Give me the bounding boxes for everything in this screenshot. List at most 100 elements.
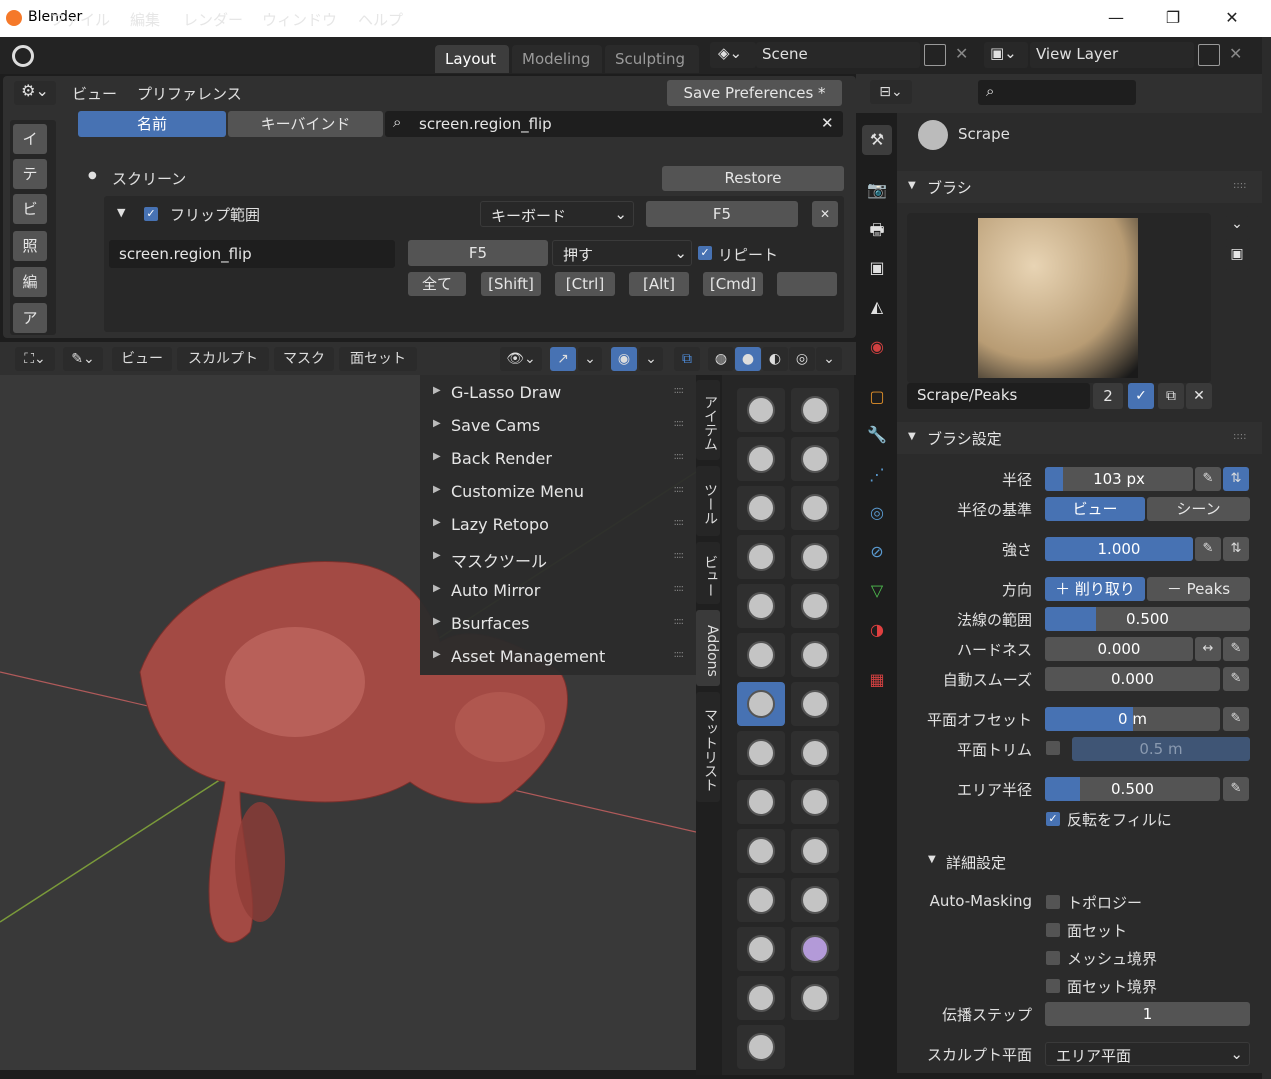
drag-handle-icon[interactable]: ::::: [674, 649, 685, 660]
chevron-down-icon[interactable]: ⌄: [578, 347, 602, 371]
brush-name-field[interactable]: Scrape/Peaks: [907, 383, 1090, 409]
sidebar-tab-addons[interactable]: Addons: [696, 610, 720, 686]
area-radius-slider[interactable]: 0.500: [1045, 777, 1220, 801]
sidebar-tab-matlist[interactable]: マットリスト: [696, 692, 720, 802]
material-tab-icon[interactable]: ◑: [862, 615, 892, 645]
autosmooth-slider[interactable]: 0.000: [1045, 667, 1220, 691]
modifier-any-button[interactable]: 全て: [408, 272, 466, 296]
scene-selector[interactable]: ◈⌄: [710, 42, 756, 68]
radius-pressure-toggle-icon[interactable]: ⇅: [1223, 467, 1249, 491]
addon-mask-tools[interactable]: ▶ マスクツール::::: [423, 542, 691, 575]
editor-type-gear-icon[interactable]: ⚙⌄: [14, 81, 56, 105]
drag-handle-icon[interactable]: ::::: [1233, 431, 1246, 442]
drag-handle-icon[interactable]: ::::: [674, 616, 685, 627]
sidebar-tab-item[interactable]: アイテム: [696, 380, 720, 460]
event-value-dropdown[interactable]: 押す ⌄: [552, 240, 692, 266]
drag-handle-icon[interactable]: ::::: [674, 418, 685, 429]
repeat-checkbox[interactable]: ✓: [698, 246, 712, 260]
operator-idname-field[interactable]: screen.region_flip: [109, 240, 395, 268]
modifier-ctrl-button[interactable]: [Ctrl]: [555, 272, 615, 296]
sidebar-tab-tool[interactable]: ツール: [696, 466, 720, 536]
sidebar-tab-view[interactable]: ビュー: [696, 542, 720, 604]
brush-users-count[interactable]: 2: [1093, 383, 1123, 409]
pen-pressure-icon[interactable]: ✎: [1195, 467, 1221, 491]
plane-trim-checkbox[interactable]: [1046, 741, 1060, 755]
plane-trim-slider[interactable]: 0.5 m: [1072, 737, 1250, 761]
texture-tab-icon[interactable]: ▦: [862, 665, 892, 695]
tool-grab[interactable]: [791, 731, 839, 775]
tool-rotate[interactable]: [791, 878, 839, 922]
drag-handle-icon[interactable]: ::::: [674, 550, 685, 561]
hardness-slider[interactable]: 0.000: [1045, 637, 1193, 661]
gizmo-icon[interactable]: ↗: [550, 347, 576, 371]
menu-window[interactable]: ウィンドウ: [262, 9, 337, 30]
tool-flatten[interactable]: [737, 633, 785, 677]
tool-elastic-deform[interactable]: [737, 780, 785, 824]
pen-pressure-icon[interactable]: ✎: [1195, 537, 1221, 561]
tool-properties-tab-icon[interactable]: ⚒: [862, 125, 892, 155]
menu-render[interactable]: レンダー: [183, 9, 243, 30]
view-layer-name-field[interactable]: View Layer: [1030, 42, 1194, 68]
modifier-shift-button[interactable]: [Shift]: [481, 272, 541, 296]
copy-view-layer-icon[interactable]: [1198, 44, 1220, 66]
render-tab-icon[interactable]: 📷: [862, 175, 892, 205]
pref-side-tab-themes[interactable]: テ: [13, 159, 47, 189]
viewport-menu-mask[interactable]: マスク: [274, 347, 334, 371]
tool-crease[interactable]: [737, 584, 785, 628]
unlink-brush-icon[interactable]: ✕: [1186, 383, 1212, 409]
fake-user-shield-icon[interactable]: ✓: [1128, 383, 1154, 409]
invert-to-fill-checkbox[interactable]: ✓: [1046, 812, 1060, 826]
viewport-menu-face-sets[interactable]: 面セット: [339, 347, 417, 371]
particles-tab-icon[interactable]: ⋰: [862, 460, 892, 490]
pen-pressure-icon[interactable]: ✎: [1223, 707, 1249, 731]
event-key-button[interactable]: F5: [408, 240, 548, 266]
blender-menu-icon[interactable]: [12, 45, 34, 67]
delete-scene-icon[interactable]: ✕: [955, 44, 968, 63]
scene-tab-icon[interactable]: ◭: [862, 292, 892, 322]
tool-slide-relax[interactable]: [737, 927, 785, 971]
drag-handle-icon[interactable]: ::::: [674, 517, 685, 528]
restore-button[interactable]: ❐: [1157, 4, 1189, 32]
tool-fill[interactable]: [791, 633, 839, 677]
tool-mask[interactable]: [791, 976, 839, 1020]
data-tab-icon[interactable]: ▽: [862, 576, 892, 606]
pref-menu-preferences[interactable]: プリファレンス: [137, 83, 242, 104]
tool-inflate[interactable]: [737, 535, 785, 579]
tool-cloth[interactable]: [791, 927, 839, 971]
expand-triangle-icon[interactable]: ▼: [117, 206, 125, 219]
addon-auto-mirror[interactable]: ▶ Auto Mirror::::: [423, 575, 691, 608]
tab-modeling[interactable]: Modeling: [512, 45, 602, 73]
copy-scene-icon[interactable]: [924, 44, 946, 66]
tool-multiplane-scrape[interactable]: [791, 682, 839, 726]
strength-pressure-toggle-icon[interactable]: ⇅: [1223, 537, 1249, 561]
duplicate-brush-icon[interactable]: ⧉: [1158, 383, 1184, 409]
pen-pressure-icon[interactable]: ✎: [1223, 777, 1249, 801]
automask-topology-checkbox[interactable]: [1046, 895, 1060, 909]
drag-handle-icon[interactable]: ::::: [674, 583, 685, 594]
tool-snake-hook[interactable]: [791, 780, 839, 824]
modifier-tab-icon[interactable]: 🔧: [862, 420, 892, 450]
tool-nudge[interactable]: [737, 878, 785, 922]
image-icon[interactable]: ▣: [1224, 246, 1250, 270]
window-scrollbar[interactable]: [1262, 37, 1271, 1079]
key-capture-button[interactable]: F5: [646, 201, 798, 227]
tool-clay[interactable]: [737, 437, 785, 481]
close-button[interactable]: ✕: [1216, 4, 1248, 32]
chevron-down-icon[interactable]: ⌄: [1224, 216, 1250, 240]
solid-shading-icon[interactable]: ●: [735, 347, 761, 371]
sculpt-mode-icon[interactable]: ✎⌄: [63, 347, 103, 371]
chevron-down-icon[interactable]: ⌄: [816, 347, 842, 371]
pref-menu-view[interactable]: ビュー: [72, 83, 117, 104]
search-by-name-tab[interactable]: 名前: [78, 111, 226, 137]
view-layer-tab-icon[interactable]: ▣: [862, 253, 892, 283]
tool-layer[interactable]: [791, 486, 839, 530]
keymap-section-screen[interactable]: スクリーン: [112, 168, 186, 189]
plane-offset-slider[interactable]: 0 m: [1045, 707, 1220, 731]
sculpt-plane-dropdown[interactable]: エリア平面 ⌄: [1045, 1042, 1250, 1066]
remove-keymap-item-icon[interactable]: ✕: [812, 201, 838, 227]
tool-clay-strips[interactable]: [791, 437, 839, 481]
addon-bsurfaces[interactable]: ▶ Bsurfaces::::: [423, 608, 691, 641]
tab-sculpting[interactable]: Sculpting: [605, 45, 699, 73]
chevron-down-icon[interactable]: ⌄: [639, 347, 663, 371]
pref-side-tab-interface[interactable]: イ: [13, 124, 47, 154]
